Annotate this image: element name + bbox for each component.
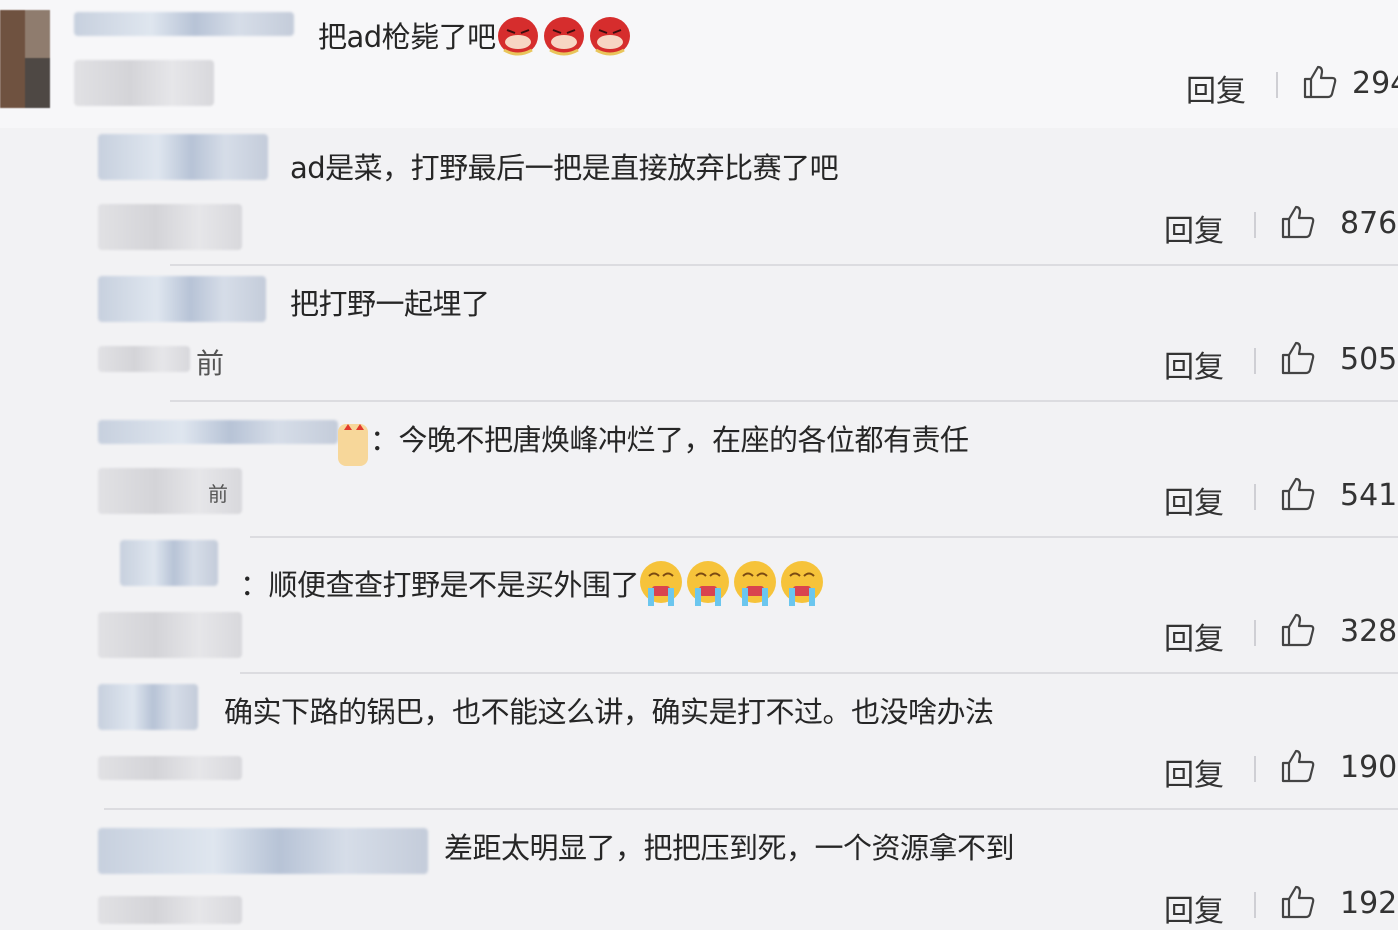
like-count: 190 <box>1340 750 1398 785</box>
like-count: 328 <box>1340 614 1398 649</box>
row-divider <box>170 264 1398 266</box>
comment-body: 把ad枪毙了吧 <box>318 20 496 54</box>
comment-text: 把ad枪毙了吧 <box>318 12 634 66</box>
row-divider <box>104 808 1398 810</box>
comment-body: 确实下路的锅巴，也不能这么讲，确实是打不过。也没啥办法 <box>224 695 994 729</box>
divider-separator <box>1254 484 1256 510</box>
timestamp-suffix: 前 <box>208 482 228 506</box>
comment-prefix: ： <box>240 568 269 602</box>
divider-separator <box>1254 348 1256 374</box>
divider-separator <box>1254 756 1256 782</box>
thumbs-up-icon[interactable] <box>1280 612 1316 648</box>
like-count: 541 <box>1340 478 1398 513</box>
thumbs-up-icon[interactable] <box>1280 340 1316 376</box>
emoji-face-icon <box>336 414 370 472</box>
blurred-timestamp <box>98 204 242 250</box>
blurred-username[interactable] <box>74 12 294 36</box>
emoji-crying-face-icon <box>639 558 827 616</box>
blurred-username[interactable] <box>98 134 268 180</box>
blurred-username[interactable] <box>98 828 428 874</box>
comment-body: 今晚不把唐焕峰冲烂了，在座的各位都有责任 <box>398 423 970 457</box>
blurred-username[interactable] <box>98 684 198 730</box>
blurred-timestamp <box>98 612 242 658</box>
comment-body: 差距太明显了，把把压到死，一个资源拿不到 <box>444 831 1015 865</box>
like-count: 294 <box>1352 66 1398 101</box>
divider-separator <box>1254 620 1256 646</box>
divider-separator <box>1254 212 1256 238</box>
reply-button[interactable]: 回复 <box>1164 478 1224 522</box>
reply-button[interactable]: 回复 <box>1164 206 1224 250</box>
blurred-username[interactable] <box>98 276 266 322</box>
top-comment: 把ad枪毙了吧 回复 29 <box>0 0 1398 128</box>
emoji-red-angry-face-icon <box>496 12 634 66</box>
comment-body: ad是菜，打野最后一把是直接放弃比赛了吧 <box>290 151 839 185</box>
thumbs-up-icon[interactable] <box>1280 884 1316 920</box>
timestamp-suffix: 前 <box>196 347 225 380</box>
comment-text: ：顺便查查打野是不是买外围了 <box>240 558 827 616</box>
thumbs-up-icon[interactable] <box>1280 748 1316 784</box>
like-count: 505 <box>1340 342 1398 377</box>
blurred-timestamp <box>98 346 190 372</box>
reply-button[interactable]: 回复 <box>1164 886 1224 930</box>
thumbs-up-icon[interactable] <box>1302 64 1338 100</box>
divider-separator <box>1254 892 1256 918</box>
blurred-timestamp <box>98 756 242 780</box>
comment-body: 顺便查查打野是不是买外围了 <box>268 568 640 602</box>
reply-button[interactable]: 回复 <box>1164 750 1224 794</box>
reply-button[interactable]: 回复 <box>1164 342 1224 386</box>
row-divider <box>170 400 1398 402</box>
comment-text: ：今晚不把唐焕峰冲烂了，在座的各位都有责任 <box>370 422 969 458</box>
thumbs-up-icon[interactable] <box>1280 476 1316 512</box>
comment-prefix: ： <box>370 423 399 457</box>
reply-button[interactable]: 回复 <box>1186 66 1246 110</box>
like-count: 192 <box>1340 886 1398 921</box>
thumbs-up-icon[interactable] <box>1280 204 1316 240</box>
row-divider <box>240 672 1398 674</box>
blurred-timestamp <box>74 60 214 106</box>
blurred-username[interactable] <box>120 540 218 586</box>
like-count: 876 <box>1340 206 1398 241</box>
blurred-username[interactable] <box>98 420 338 444</box>
blurred-timestamp <box>98 896 242 924</box>
divider-separator <box>1276 72 1278 98</box>
comment-body: 把打野一起埋了 <box>290 287 490 321</box>
avatar[interactable] <box>0 10 50 108</box>
row-divider <box>250 536 1398 538</box>
reply-button[interactable]: 回复 <box>1164 614 1224 658</box>
